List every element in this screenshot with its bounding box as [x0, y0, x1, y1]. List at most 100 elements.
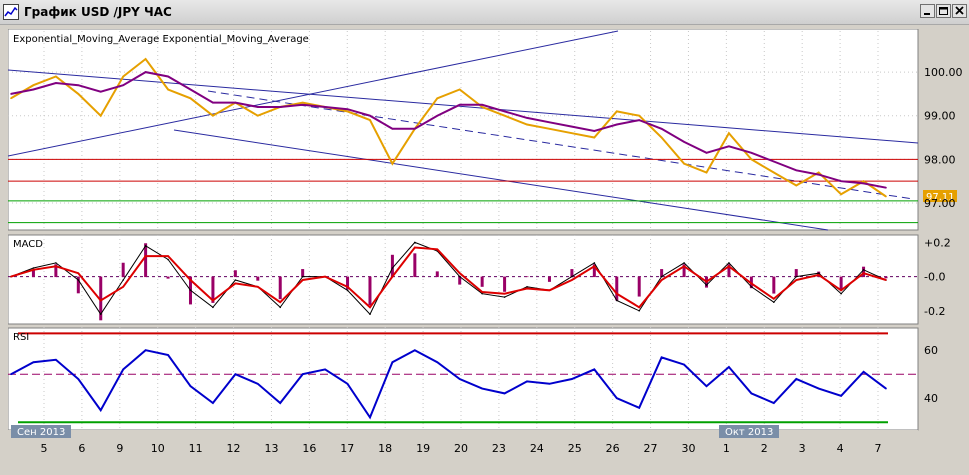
x-tick-label: 3: [799, 442, 806, 455]
x-tick-label: 20: [454, 442, 468, 455]
macd-signal-series-point: [414, 246, 416, 249]
macd-histogram-bar: [480, 276, 484, 287]
ema-series-point: [391, 128, 394, 130]
price-y-tick: 99.00: [924, 110, 956, 123]
x-tick-label: 25: [568, 442, 582, 455]
macd-signal-series-point: [660, 279, 663, 281]
price-series-point: [705, 171, 708, 174]
rsi-series-point: [615, 397, 618, 400]
macd-histogram-bar: [637, 276, 641, 297]
rsi-series-point: [458, 378, 461, 380]
macd-signal-series-point: [212, 299, 214, 302]
close-button[interactable]: [952, 4, 967, 18]
macd-main-series-point: [571, 275, 573, 278]
macd-main-series-point: [728, 262, 730, 264]
x-tick-label: 17: [340, 442, 354, 455]
macd-signal-series-point: [167, 255, 169, 257]
ema-series-point: [750, 152, 753, 154]
minimize-button[interactable]: [920, 4, 935, 18]
x-tick-label: 30: [681, 442, 695, 455]
chart-area[interactable]: Exponential_Moving_Average Exponential_M…: [7, 28, 969, 470]
macd-main-series-point: [773, 301, 775, 304]
price-series-point: [256, 114, 259, 117]
rsi-series-point: [369, 416, 371, 419]
rsi-series-point: [414, 349, 416, 352]
price-y-tick: 98.00: [924, 153, 956, 166]
ema-series-point: [548, 121, 551, 124]
rsi-series-point: [189, 385, 192, 388]
rsi-series-point: [593, 368, 596, 371]
macd-histogram-bar: [862, 266, 866, 278]
rsi-series-point: [660, 356, 663, 359]
macd-signal-series-point: [885, 279, 887, 281]
rsi-series-point: [77, 378, 80, 380]
ema-series-point: [773, 160, 775, 163]
ema-series-point: [481, 104, 483, 106]
rsi-series-point: [526, 380, 528, 383]
x-tick-label: 23: [492, 442, 506, 455]
price-series-point: [728, 132, 730, 134]
macd-signal-series-point: [346, 286, 349, 288]
price-series-point: [571, 132, 573, 134]
price-series-point: [189, 97, 192, 100]
maximize-button[interactable]: [936, 4, 951, 18]
ema-series-point: [99, 90, 102, 93]
macd-signal-series-point: [391, 275, 394, 278]
x-tick-label: 1: [723, 442, 730, 455]
rsi-series-point: [324, 368, 326, 371]
rsi-series-point: [705, 385, 708, 388]
ema-series-point: [167, 75, 169, 78]
close-icon: [955, 6, 964, 15]
price-series-point: [840, 193, 842, 196]
rsi-series-point: [503, 392, 506, 395]
chart-app-icon: [3, 4, 19, 20]
rsi-series-point: [234, 373, 237, 376]
rsi-series-point: [279, 402, 282, 404]
macd-histogram-bar: [525, 276, 529, 278]
macd-main-series-point: [750, 286, 753, 288]
rsi-panel[interactable]: [7, 327, 919, 431]
macd-main-series-point: [301, 275, 304, 278]
macd-main-series-point: [481, 292, 483, 295]
rsi-y-tick: 40: [924, 392, 938, 405]
macd-signal-series-point: [189, 279, 192, 281]
chart-canvas[interactable]: Exponential_Moving_Average Exponential_M…: [7, 28, 969, 470]
macd-main-series-point: [638, 309, 641, 312]
maximize-icon: [939, 7, 948, 15]
price-series-point: [795, 184, 798, 187]
macd-main-series-point: [212, 306, 214, 309]
macd-signal-series-point: [571, 279, 573, 281]
macd-main-series-point: [593, 262, 596, 264]
rsi-series-point: [10, 373, 12, 376]
price-series-point: [436, 97, 439, 100]
macd-histogram-bar: [503, 276, 507, 292]
macd-main-series-point: [660, 275, 663, 278]
macd-signal-series-point: [122, 286, 124, 288]
ema-series-point: [862, 182, 865, 185]
x-tick-label: 18: [378, 442, 392, 455]
price-y-tick: 100.00: [924, 66, 963, 79]
price-series-point: [458, 88, 461, 91]
macd-main-series-point: [458, 275, 461, 278]
price-series-point: [346, 110, 349, 113]
macd-signal-series-point: [144, 255, 147, 257]
macd-main-series-point: [346, 289, 349, 292]
title-bar[interactable]: График USD /JPY ЧАС: [0, 0, 969, 25]
x-tick-label: 2: [761, 442, 768, 455]
price-series-point: [660, 136, 663, 139]
rsi-series-point: [391, 361, 394, 364]
ema-series-point: [615, 123, 618, 126]
price-series-point: [885, 195, 887, 198]
price-series-point: [817, 171, 820, 174]
rsi-series-point: [144, 349, 147, 352]
x-tick-label: 27: [644, 442, 658, 455]
macd-signal-series-point: [638, 306, 641, 309]
macd-signal-series-point: [10, 275, 12, 278]
macd-signal-series-point: [436, 248, 439, 251]
chart-window: График USD /JPY ЧАС Exponential_Moving_A…: [0, 0, 969, 470]
price-series-point: [167, 88, 169, 91]
macd-signal-series-point: [55, 265, 57, 268]
price-series-point: [55, 75, 57, 78]
macd-signal-series-point: [705, 280, 708, 283]
macd-signal-series-point: [817, 274, 820, 276]
